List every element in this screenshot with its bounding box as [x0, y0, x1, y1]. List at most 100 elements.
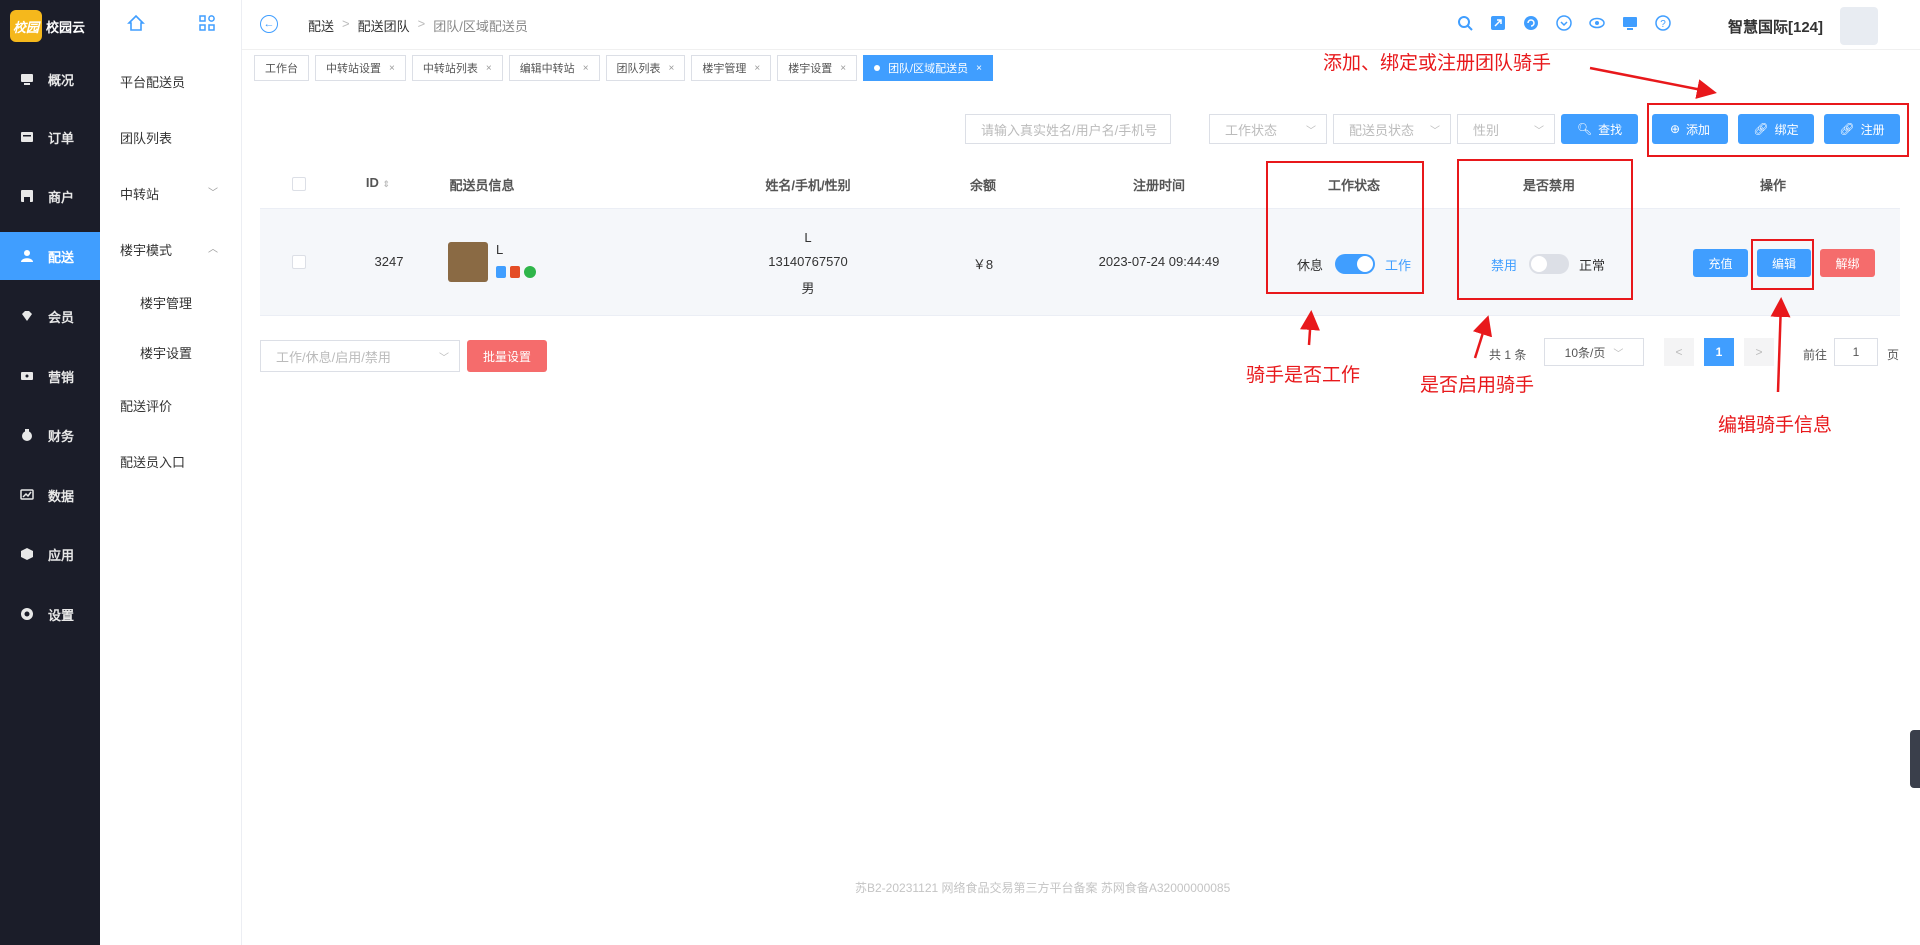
- tab-label: 工作台: [265, 63, 298, 75]
- back-icon[interactable]: ←: [260, 15, 278, 33]
- batch-select[interactable]: 工作/休息/启用/禁用 ﹀: [260, 340, 460, 372]
- sidebar-label: 概况: [48, 72, 75, 88]
- screen-icon[interactable]: [1622, 15, 1638, 34]
- tab-label: 编辑中转站: [519, 63, 575, 75]
- avatar[interactable]: [1840, 7, 1878, 45]
- row-balance: ￥8: [972, 257, 994, 272]
- goto-input[interactable]: 1: [1834, 338, 1878, 366]
- submenu-building-settings[interactable]: 楼宇设置: [140, 343, 192, 362]
- close-icon[interactable]: ×: [486, 63, 492, 74]
- submenu-building-mode[interactable]: 楼宇模式: [120, 240, 172, 259]
- top-header: ← 配送 > 配送团队 > 团队/区域配送员 ? 智慧国际[124]: [242, 0, 1920, 50]
- sidebar-label: 数据: [48, 488, 75, 504]
- search-placeholder: 请输入真实姓名/用户名/手机号: [981, 122, 1158, 138]
- gender-select[interactable]: 性别 ﹀: [1457, 114, 1555, 144]
- page-button-1[interactable]: 1: [1704, 338, 1734, 366]
- close-icon[interactable]: ×: [583, 63, 589, 74]
- home-icon[interactable]: [126, 14, 145, 35]
- sidebar-item-finance[interactable]: 财务: [0, 411, 100, 459]
- search-icon[interactable]: [1457, 15, 1473, 34]
- order-icon: [20, 130, 34, 144]
- submenu-building-manage[interactable]: 楼宇管理: [140, 293, 192, 312]
- org-name[interactable]: 智慧国际[124]: [1728, 16, 1823, 37]
- tab-team-list[interactable]: 团队列表 ×: [605, 55, 686, 81]
- rider-nick: L: [496, 242, 504, 257]
- chevron-right-icon: >: [417, 16, 426, 31]
- close-icon[interactable]: ×: [840, 63, 846, 74]
- tab-building-manage[interactable]: 楼宇管理 ×: [691, 55, 772, 81]
- help-icon[interactable]: ?: [1655, 15, 1671, 34]
- chevron-down-icon: ﹀: [1534, 125, 1544, 137]
- tab-transfer-list[interactable]: 中转站列表 ×: [411, 55, 503, 81]
- tab-edit-transfer[interactable]: 编辑中转站 ×: [508, 55, 600, 81]
- sort-icon[interactable]: ⇕: [383, 179, 391, 189]
- row-gender: 男: [801, 281, 815, 296]
- submenu-rider-entrance[interactable]: 配送员入口: [120, 452, 185, 471]
- wechat-icon: [524, 266, 536, 278]
- prev-page-button[interactable]: <: [1664, 338, 1694, 366]
- recharge-button[interactable]: 充值: [1693, 249, 1748, 277]
- side-drawer-handle[interactable]: [1910, 730, 1920, 788]
- search-input[interactable]: 请输入真实姓名/用户名/手机号: [965, 114, 1171, 144]
- sidebar-item-apps[interactable]: 应用: [0, 530, 100, 578]
- tab-workbench[interactable]: 工作台: [254, 55, 309, 81]
- ticket-icon: [20, 369, 34, 383]
- tab-bar: 工作台 中转站设置 × 中转站列表 × 编辑中转站 × 团队列表 × 楼宇管理 × 楼宇设…: [254, 55, 993, 81]
- sidebar-item-settings[interactable]: 设置: [0, 590, 100, 638]
- pagination-total: 共 1 条: [1489, 348, 1527, 362]
- chevron-right-icon: >: [342, 16, 350, 31]
- sidebar-label: 营销: [48, 369, 75, 385]
- submenu-team-list[interactable]: 团队列表: [120, 128, 172, 147]
- row-checkbox[interactable]: [292, 255, 306, 269]
- chevron-down-icon: ﹀: [1306, 125, 1316, 137]
- fullscreen-icon[interactable]: [1490, 15, 1506, 34]
- row-reg-time: 2023-07-24 09:44:49: [1098, 254, 1220, 269]
- refresh-icon[interactable]: [1523, 15, 1539, 34]
- page-size-select[interactable]: 10条/页 ﹀: [1544, 338, 1644, 366]
- ops-header: 操作: [1759, 178, 1787, 193]
- close-icon[interactable]: ×: [389, 63, 395, 74]
- id-header[interactable]: ID ⇕: [366, 175, 390, 190]
- sidebar-item-overview[interactable]: 概况: [0, 55, 100, 103]
- tab-team-riders[interactable]: 团队/区域配送员 ×: [863, 55, 993, 81]
- close-icon[interactable]: ×: [669, 63, 675, 74]
- select-value: 工作状态: [1225, 122, 1278, 138]
- grid-icon[interactable]: [198, 14, 216, 35]
- chevron-down-icon: ﹀: [208, 188, 218, 199]
- row-phone: 13140767570: [768, 254, 848, 269]
- logo-name: 校园云: [46, 19, 86, 35]
- sidebar-item-delivery[interactable]: 配送: [0, 232, 100, 280]
- monitor-icon: [20, 72, 34, 86]
- submenu-transfer-station[interactable]: 中转站: [120, 184, 159, 203]
- eye-icon[interactable]: [1589, 15, 1605, 34]
- close-icon[interactable]: ×: [754, 63, 760, 74]
- tab-transfer-settings[interactable]: 中转站设置 ×: [315, 55, 406, 81]
- select-all-checkbox[interactable]: [292, 177, 306, 191]
- chevron-up-icon: ︿: [208, 244, 218, 255]
- sidebar-item-data[interactable]: 数据: [0, 471, 100, 519]
- submenu: 平台配送员 团队列表 中转站 ﹀ 楼宇模式 ︿ 楼宇管理 楼宇设置 配送评价 配…: [100, 0, 242, 945]
- work-status-select[interactable]: 工作状态 ﹀: [1209, 114, 1327, 144]
- sidebar-item-orders[interactable]: 订单: [0, 113, 100, 161]
- submenu-delivery-review[interactable]: 配送评价: [120, 396, 172, 415]
- submenu-platform-riders[interactable]: 平台配送员: [120, 72, 185, 91]
- sidebar-item-members[interactable]: 会员: [0, 292, 100, 340]
- phone-icon: [496, 266, 506, 278]
- sidebar-item-marketing[interactable]: 营销: [0, 352, 100, 400]
- tab-building-settings[interactable]: 楼宇设置 ×: [777, 55, 858, 81]
- search-button[interactable]: 🔍︎ 查找: [1561, 114, 1638, 144]
- row-name: L: [804, 230, 812, 245]
- reg-time-header: 注册时间: [1132, 178, 1186, 193]
- breadcrumb-item[interactable]: 配送团队: [358, 16, 410, 35]
- breadcrumb-item[interactable]: 配送: [308, 16, 334, 35]
- avatar: [448, 242, 488, 282]
- batch-set-button[interactable]: 批量设置: [467, 340, 547, 372]
- html5-icon: [510, 266, 520, 278]
- next-page-button[interactable]: >: [1744, 338, 1774, 366]
- close-icon[interactable]: ×: [976, 63, 982, 74]
- sidebar-item-merchants[interactable]: 商户: [0, 172, 100, 220]
- diamond-icon: [20, 309, 34, 323]
- unbind-button[interactable]: 解绑: [1820, 249, 1875, 277]
- rider-status-select[interactable]: 配送员状态 ﹀: [1333, 114, 1451, 144]
- download-icon[interactable]: [1556, 15, 1572, 34]
